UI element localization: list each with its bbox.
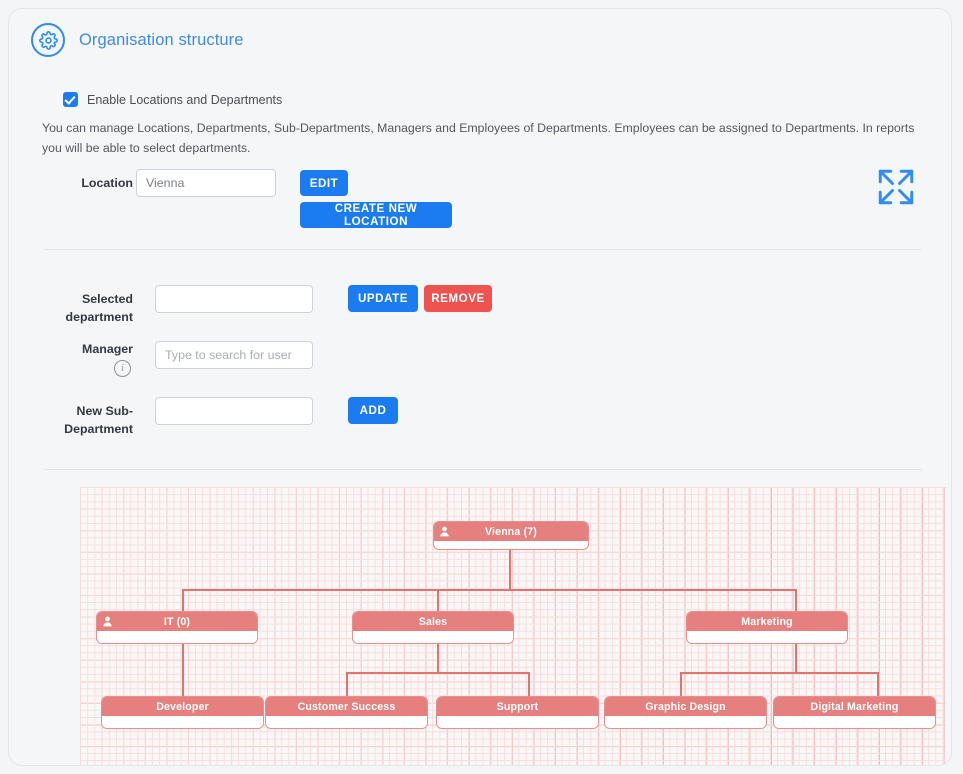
- selected-department-input[interactable]: [155, 285, 313, 313]
- org-node-body: [434, 541, 588, 549]
- org-node-header: Vienna (7): [434, 522, 588, 541]
- connector-root-stem: [509, 549, 511, 569]
- connector-bus-to-sales: [437, 589, 439, 611]
- connector-it-to-developer: [182, 644, 184, 696]
- org-node-header: Developer: [102, 697, 263, 716]
- remove-department-button[interactable]: REMOVE: [424, 285, 492, 312]
- add-sub-department-button[interactable]: ADD: [348, 397, 398, 424]
- connector-marketing-to-graphic-design: [680, 672, 682, 696]
- create-new-location-button[interactable]: CREATE NEW LOCATION: [300, 202, 452, 228]
- org-node-header: Graphic Design: [605, 697, 766, 716]
- manager-label: Manager: [82, 342, 133, 356]
- description-text: You can manage Locations, Departments, S…: [42, 121, 915, 155]
- org-node-customer-success[interactable]: Customer Success: [265, 696, 428, 729]
- org-node-sales[interactable]: Sales: [352, 611, 514, 644]
- org-node-label: Developer: [156, 700, 209, 713]
- manager-input[interactable]: [155, 341, 313, 369]
- connector-sales-bus: [346, 672, 530, 674]
- info-icon[interactable]: i: [114, 360, 131, 377]
- page-title: Organisation structure: [79, 30, 244, 49]
- connector-sales-stem: [437, 644, 439, 672]
- gear-icon: [31, 23, 65, 57]
- selected-department-label: Selected department: [65, 292, 133, 324]
- org-node-body: [774, 716, 935, 728]
- organisation-structure-card: Organisation structure Enable Locations …: [8, 8, 952, 766]
- connector-marketing-stem: [795, 644, 797, 672]
- org-node-developer[interactable]: Developer: [101, 696, 264, 729]
- org-node-it[interactable]: IT (0): [96, 611, 258, 644]
- org-node-header: Sales: [353, 612, 513, 631]
- org-node-label: Vienna (7): [485, 525, 537, 538]
- org-node-label: Marketing: [741, 615, 793, 628]
- org-node-header: Marketing: [687, 612, 847, 631]
- location-input[interactable]: [136, 169, 276, 197]
- new-sub-department-label: New Sub-Department: [64, 404, 133, 436]
- org-node-body: [437, 716, 598, 728]
- org-node-vienna[interactable]: Vienna (7): [433, 521, 589, 550]
- org-node-graphic-design[interactable]: Graphic Design: [604, 696, 767, 729]
- connector-bus-to-it: [182, 589, 184, 611]
- org-chart-canvas[interactable]: Vienna (7) IT (0) Sales Marketing Develo…: [80, 487, 946, 765]
- org-node-header: Digital Marketing: [774, 697, 935, 716]
- checkbox-label: Enable Locations and Departments: [87, 92, 283, 107]
- org-node-body: [687, 631, 847, 643]
- connector-sales-to-support: [528, 672, 530, 696]
- edit-location-button[interactable]: EDIT: [300, 170, 348, 196]
- org-node-label: Customer Success: [297, 700, 396, 713]
- org-node-body: [97, 631, 257, 643]
- update-department-button[interactable]: UPDATE: [348, 285, 418, 312]
- org-node-label: Support: [496, 700, 539, 713]
- org-node-header: IT (0): [97, 612, 257, 631]
- location-label: Location: [81, 176, 133, 190]
- connector-marketing-to-digital-marketing: [877, 672, 879, 696]
- org-node-body: [353, 631, 513, 643]
- connector-sales-to-customer-success: [346, 672, 348, 696]
- person-icon: [440, 526, 449, 537]
- enable-locations-departments-checkbox[interactable]: Enable Locations and Departments: [63, 92, 282, 107]
- divider-bottom: [44, 469, 922, 470]
- person-icon: [103, 616, 112, 627]
- org-node-header: Customer Success: [266, 697, 427, 716]
- org-node-body: [102, 716, 263, 728]
- org-node-header: Support: [437, 697, 598, 716]
- checkbox-box[interactable]: [63, 92, 78, 107]
- connector-root-to-bus: [509, 569, 511, 590]
- connector-level1-bus: [182, 589, 797, 591]
- connector-marketing-bus: [680, 672, 879, 674]
- org-node-label: IT (0): [163, 615, 191, 628]
- org-node-label: Sales: [418, 615, 448, 628]
- org-node-support[interactable]: Support: [436, 696, 599, 729]
- divider-top: [44, 249, 922, 250]
- org-node-body: [266, 716, 427, 728]
- org-node-label: Graphic Design: [645, 700, 726, 713]
- org-node-body: [605, 716, 766, 728]
- connector-bus-to-marketing: [795, 589, 797, 611]
- new-sub-department-input[interactable]: [155, 397, 313, 425]
- org-node-marketing[interactable]: Marketing: [686, 611, 848, 644]
- expand-arrows-icon[interactable]: [875, 166, 917, 208]
- card-header: Organisation structure: [31, 23, 244, 57]
- org-node-label: Digital Marketing: [810, 700, 899, 713]
- org-node-digital-marketing[interactable]: Digital Marketing: [773, 696, 936, 729]
